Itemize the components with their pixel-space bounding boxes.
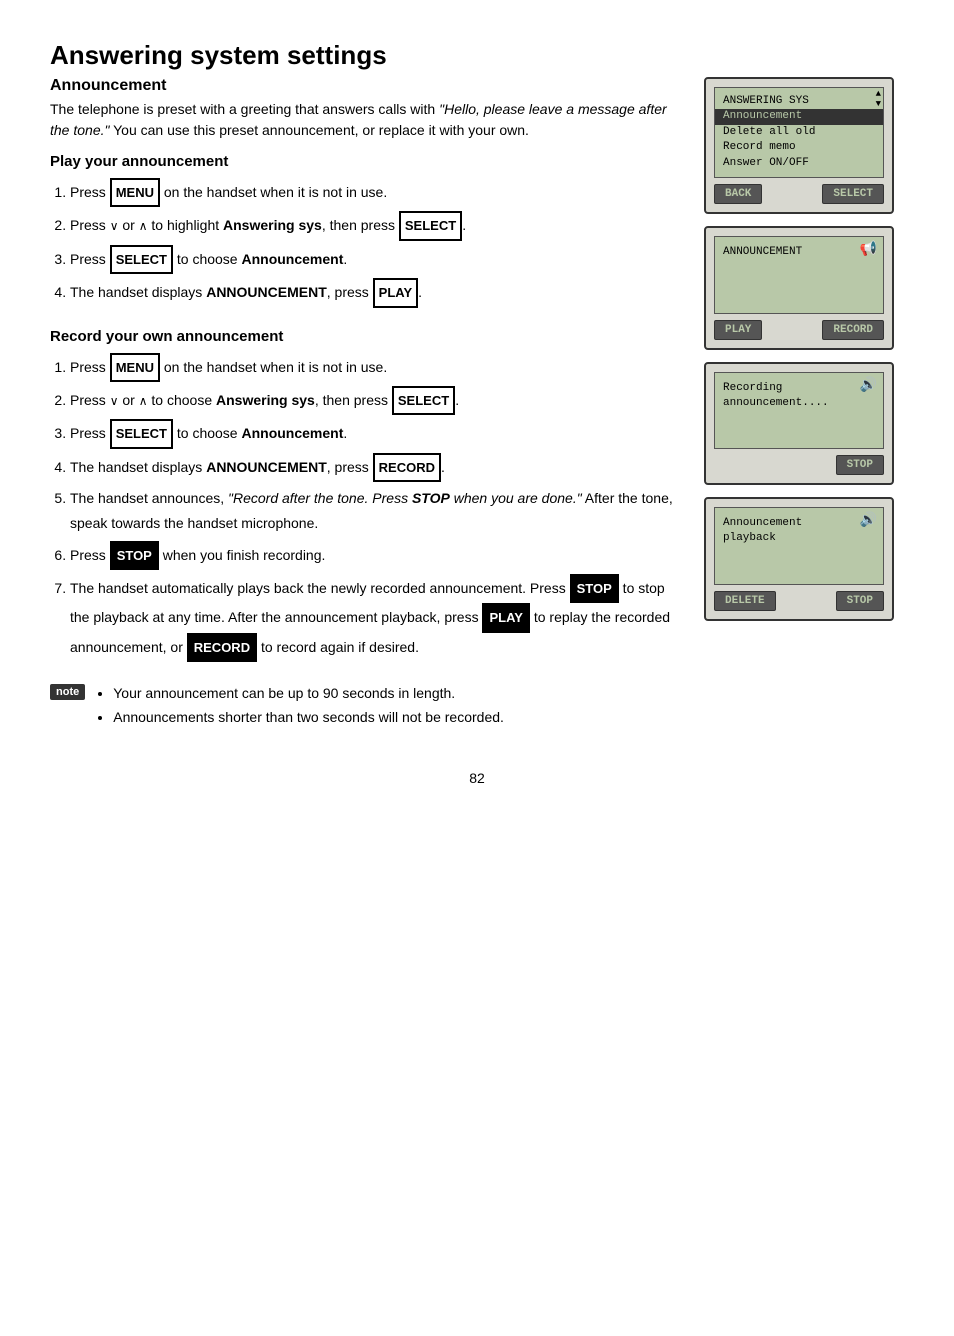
screen-line: announcement.... (723, 396, 875, 411)
select-key3: SELECT (392, 386, 455, 415)
screen-line: playback (723, 531, 875, 546)
device-recording: 🔊 Recording announcement.... STOP (704, 362, 894, 486)
stop-button[interactable]: STOP (836, 455, 884, 475)
screen-line: ANSWERING SYS (723, 94, 875, 109)
device-buttons-1: BACK SELECT (714, 184, 884, 204)
announcement-heading: Announcement (50, 77, 684, 95)
intro-text2: You can use this preset announcement, or… (109, 122, 528, 138)
list-item: Press SELECT to choose Announcement. (70, 245, 684, 274)
stop-key2: STOP (570, 574, 619, 603)
announcement-label2: Announcement (241, 425, 343, 441)
select-key: SELECT (399, 211, 462, 240)
device-buttons-2: PLAY RECORD (714, 320, 884, 340)
left-content: Announcement The telephone is preset wit… (50, 77, 684, 730)
play-key: PLAY (373, 278, 418, 307)
screen-line: ANNOUNCEMENT (723, 245, 875, 260)
list-item: The handset displays ANNOUNCEMENT, press… (70, 453, 684, 482)
stop-button2[interactable]: STOP (836, 591, 884, 611)
list-item: Press STOP when you finish recording. (70, 541, 684, 570)
list-item: Press ∨ or ∧ to highlight Answering sys,… (70, 211, 684, 240)
note-list: Your announcement can be up to 90 second… (113, 682, 504, 730)
page-title: Answering system settings (50, 40, 904, 71)
answering-sys-label: Answering sys (223, 217, 322, 233)
announcement-display2: ANNOUNCEMENT (206, 459, 327, 475)
device-announcement: 📢 ANNOUNCEMENT PLAY RECORD (704, 226, 894, 350)
select-key4: SELECT (110, 419, 173, 448)
note-box: note Your announcement can be up to 90 s… (50, 682, 684, 730)
record-key: RECORD (373, 453, 441, 482)
device-screen-3: 🔊 Recording announcement.... (714, 372, 884, 450)
device-playback: 🔊 Announcement playback DELETE STOP (704, 497, 894, 621)
screen-line: Answer ON/OFF (723, 156, 875, 171)
announcement-display: ANNOUNCEMENT (206, 284, 327, 300)
recording-icon: 🔊 (860, 377, 877, 397)
section1-steps: Press MENU on the handset when it is not… (70, 178, 684, 308)
speaker-icon: 📢 (860, 241, 877, 261)
chevron-up-icon2: ∧ (139, 391, 148, 413)
chevron-down-icon2: ∨ (110, 391, 119, 413)
select-key2: SELECT (110, 245, 173, 274)
device-buttons-4: DELETE STOP (714, 591, 884, 611)
screen-line: Record memo (723, 140, 875, 155)
announce-quote: "Record after the tone. Press STOP when … (228, 490, 582, 506)
announcement-label: Announcement (241, 251, 343, 267)
stop-bold: STOP (412, 490, 450, 506)
intro-paragraph: The telephone is preset with a greeting … (50, 99, 684, 141)
list-item: The handset announces, "Record after the… (70, 486, 684, 536)
select-button[interactable]: SELECT (822, 184, 884, 204)
delete-button[interactable]: DELETE (714, 591, 776, 611)
chevron-up-icon: ∧ (139, 216, 148, 238)
device-screen-1: ▲▼ ANSWERING SYS Announcement Delete all… (714, 87, 884, 178)
menu-key2: MENU (110, 353, 160, 382)
playback-icon: 🔊 (860, 512, 877, 532)
device-screen-2: 📢 ANNOUNCEMENT (714, 236, 884, 314)
screen-line-highlight: Announcement (715, 109, 883, 124)
page-number: 82 (50, 770, 904, 786)
back-button[interactable]: BACK (714, 184, 762, 204)
intro-text-normal: The telephone is preset with a greeting … (50, 101, 439, 117)
record-button[interactable]: RECORD (822, 320, 884, 340)
stop-key: STOP (110, 541, 159, 570)
right-panels: ▲▼ ANSWERING SYS Announcement Delete all… (704, 77, 904, 730)
note-content: Your announcement can be up to 90 second… (97, 682, 504, 730)
note-item: Announcements shorter than two seconds w… (113, 706, 504, 730)
list-item: Press SELECT to choose Announcement. (70, 419, 684, 448)
list-item: Press MENU on the handset when it is not… (70, 353, 684, 382)
device-buttons-3: STOP (714, 455, 884, 475)
note-item: Your announcement can be up to 90 second… (113, 682, 504, 706)
list-item: Press MENU on the handset when it is not… (70, 178, 684, 207)
section1-title: Play your announcement (50, 153, 684, 170)
device-screen-4: 🔊 Announcement playback (714, 507, 884, 585)
section2-steps: Press MENU on the handset when it is not… (70, 353, 684, 663)
note-label: note (50, 684, 85, 700)
record-key2: RECORD (187, 633, 257, 662)
scroll-indicator: ▲▼ (876, 90, 881, 110)
list-item: The handset automatically plays back the… (70, 574, 684, 662)
list-item: The handset displays ANNOUNCEMENT, press… (70, 278, 684, 307)
answering-sys-label2: Answering sys (216, 392, 315, 408)
device-answering-sys: ▲▼ ANSWERING SYS Announcement Delete all… (704, 77, 894, 214)
section2-title: Record your own announcement (50, 328, 684, 345)
play-button[interactable]: PLAY (714, 320, 762, 340)
chevron-down-icon: ∨ (110, 216, 119, 238)
menu-key: MENU (110, 178, 160, 207)
screen-line: Delete all old (723, 125, 875, 140)
screen-line: Recording (723, 381, 875, 396)
screen-line: Announcement (723, 516, 875, 531)
list-item: Press ∨ or ∧ to choose Answering sys, th… (70, 386, 684, 415)
play-key2: PLAY (482, 603, 529, 632)
